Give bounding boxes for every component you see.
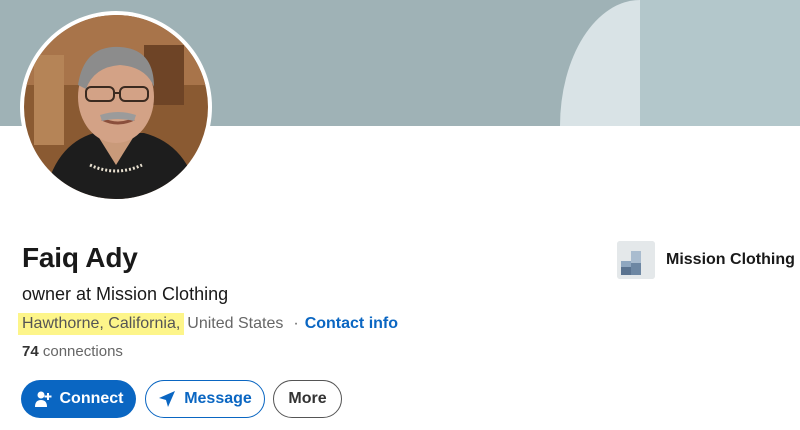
current-company[interactable]: Mission Clothing xyxy=(617,240,795,280)
location-city: Hawthorne, California, xyxy=(18,313,185,335)
connections-label: connections xyxy=(42,343,123,360)
banner-panel-teal xyxy=(640,0,800,126)
add-person-icon xyxy=(34,390,52,408)
contact-info-link[interactable]: Contact info xyxy=(305,315,398,333)
message-label: Message xyxy=(184,390,252,407)
company-name: Mission Clothing xyxy=(666,251,795,268)
message-button[interactable]: Message xyxy=(145,380,265,418)
location-country: United States xyxy=(187,315,284,332)
connect-button[interactable]: Connect xyxy=(21,380,136,418)
send-icon xyxy=(158,390,176,408)
connections-summary[interactable]: 74 connections xyxy=(22,343,123,360)
avatar-photo xyxy=(24,15,208,199)
more-label: More xyxy=(288,390,327,407)
company-logo-icon xyxy=(617,241,655,279)
profile-headline: owner at Mission Clothing xyxy=(22,284,229,304)
profile-location-row: Hawthorne, California, United States · C… xyxy=(18,311,398,337)
more-button[interactable]: More xyxy=(273,380,342,418)
profile-name: Faiq Ady xyxy=(22,242,138,273)
profile-avatar[interactable] xyxy=(20,11,212,203)
separator-dot: · xyxy=(293,315,299,332)
connect-label: Connect xyxy=(59,390,124,407)
connections-count: 74 xyxy=(22,343,39,360)
